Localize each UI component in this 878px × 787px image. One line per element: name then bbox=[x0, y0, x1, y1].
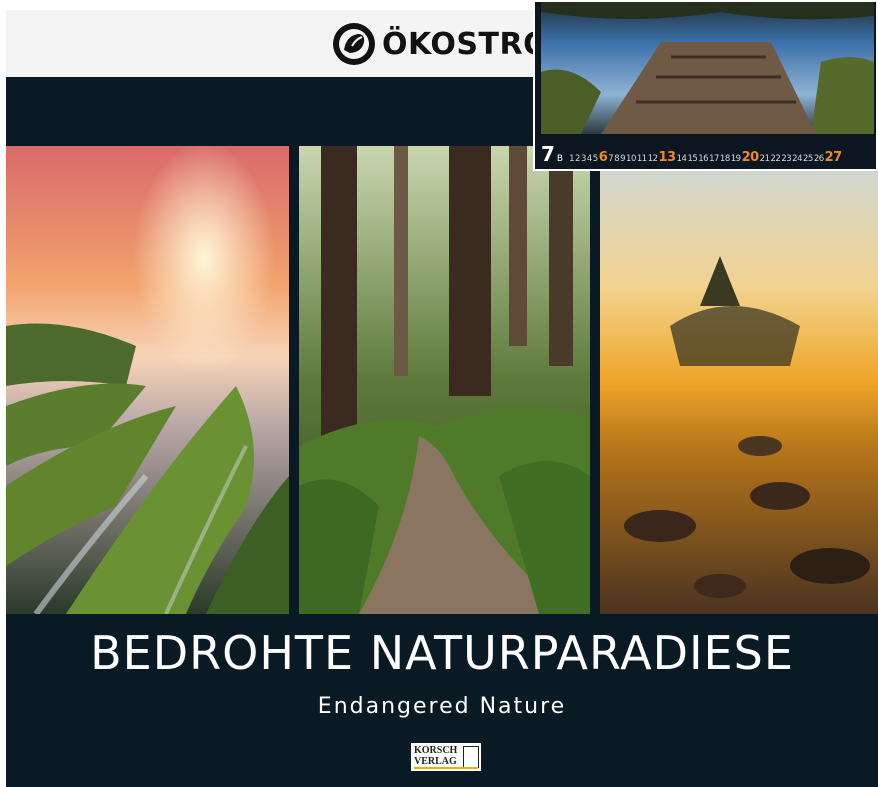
publisher-emblem-icon bbox=[463, 746, 479, 768]
cover-title: BEDROHTE NATURPARADIESE bbox=[90, 626, 794, 680]
calendar-day: 14 bbox=[676, 154, 687, 164]
calendar-day: 18 bbox=[719, 154, 730, 164]
month-preview-inset: 7 B 123456789101112131415161718192021222… bbox=[533, 0, 878, 171]
calendar-day: 21 bbox=[759, 154, 770, 164]
photo-redwood-forest bbox=[299, 146, 590, 614]
cover-subtitle: Endangered Nature bbox=[317, 694, 567, 719]
calendar-day: 17 bbox=[709, 154, 719, 164]
calendar-day: 13 bbox=[658, 150, 677, 165]
korsch-verlag-logo: KORSCH VERLAG bbox=[411, 743, 481, 771]
calendar-day: 9 bbox=[620, 154, 626, 164]
calendar-day: 5 bbox=[592, 154, 598, 164]
calendar-day: 8 bbox=[614, 154, 620, 164]
brand-name: ÖKOSTRO bbox=[382, 26, 550, 62]
publisher-line-2: VERLAG bbox=[414, 756, 457, 767]
calendar-day: 24 bbox=[792, 154, 802, 164]
calendar-day: 25 bbox=[802, 154, 813, 164]
calendar-day: 22 bbox=[770, 154, 781, 164]
calendar-day: 11 bbox=[636, 154, 647, 164]
month-suffix: B bbox=[556, 154, 564, 164]
calendar-day: 3 bbox=[580, 154, 586, 164]
calendar-day: 1 bbox=[569, 154, 575, 164]
calendar-day: 23 bbox=[781, 154, 792, 164]
calendar-strip: 7 B 123456789101112131415161718192021222… bbox=[541, 142, 874, 168]
calendar-day: 19 bbox=[730, 154, 741, 164]
calendar-day: 20 bbox=[741, 150, 760, 165]
calendar-day: 7 bbox=[608, 154, 614, 164]
calendar-day: 16 bbox=[698, 154, 709, 164]
leaf-fist-logo-icon bbox=[333, 23, 375, 65]
calendar-day: 10 bbox=[626, 154, 636, 164]
publisher-underline bbox=[414, 767, 478, 769]
calendar-days: 1234567891011121314151617181920212223242… bbox=[569, 150, 843, 165]
brand-logo: ÖKOSTRO bbox=[332, 20, 549, 68]
month-number: 7 bbox=[541, 142, 555, 166]
photo-coastal-sunset bbox=[6, 146, 289, 614]
photo-misty-sunrise bbox=[600, 146, 878, 614]
calendar-day: 2 bbox=[575, 154, 580, 164]
calendar-day: 27 bbox=[824, 150, 843, 165]
calendar-day: 15 bbox=[687, 154, 698, 164]
calendar-day: 26 bbox=[813, 154, 824, 164]
photo-lake-jetty bbox=[541, 2, 874, 134]
calendar-day: 12 bbox=[647, 154, 658, 164]
calendar-day: 6 bbox=[598, 150, 608, 165]
calendar-day: 4 bbox=[586, 154, 592, 164]
publisher-line-1: KORSCH bbox=[414, 745, 458, 756]
